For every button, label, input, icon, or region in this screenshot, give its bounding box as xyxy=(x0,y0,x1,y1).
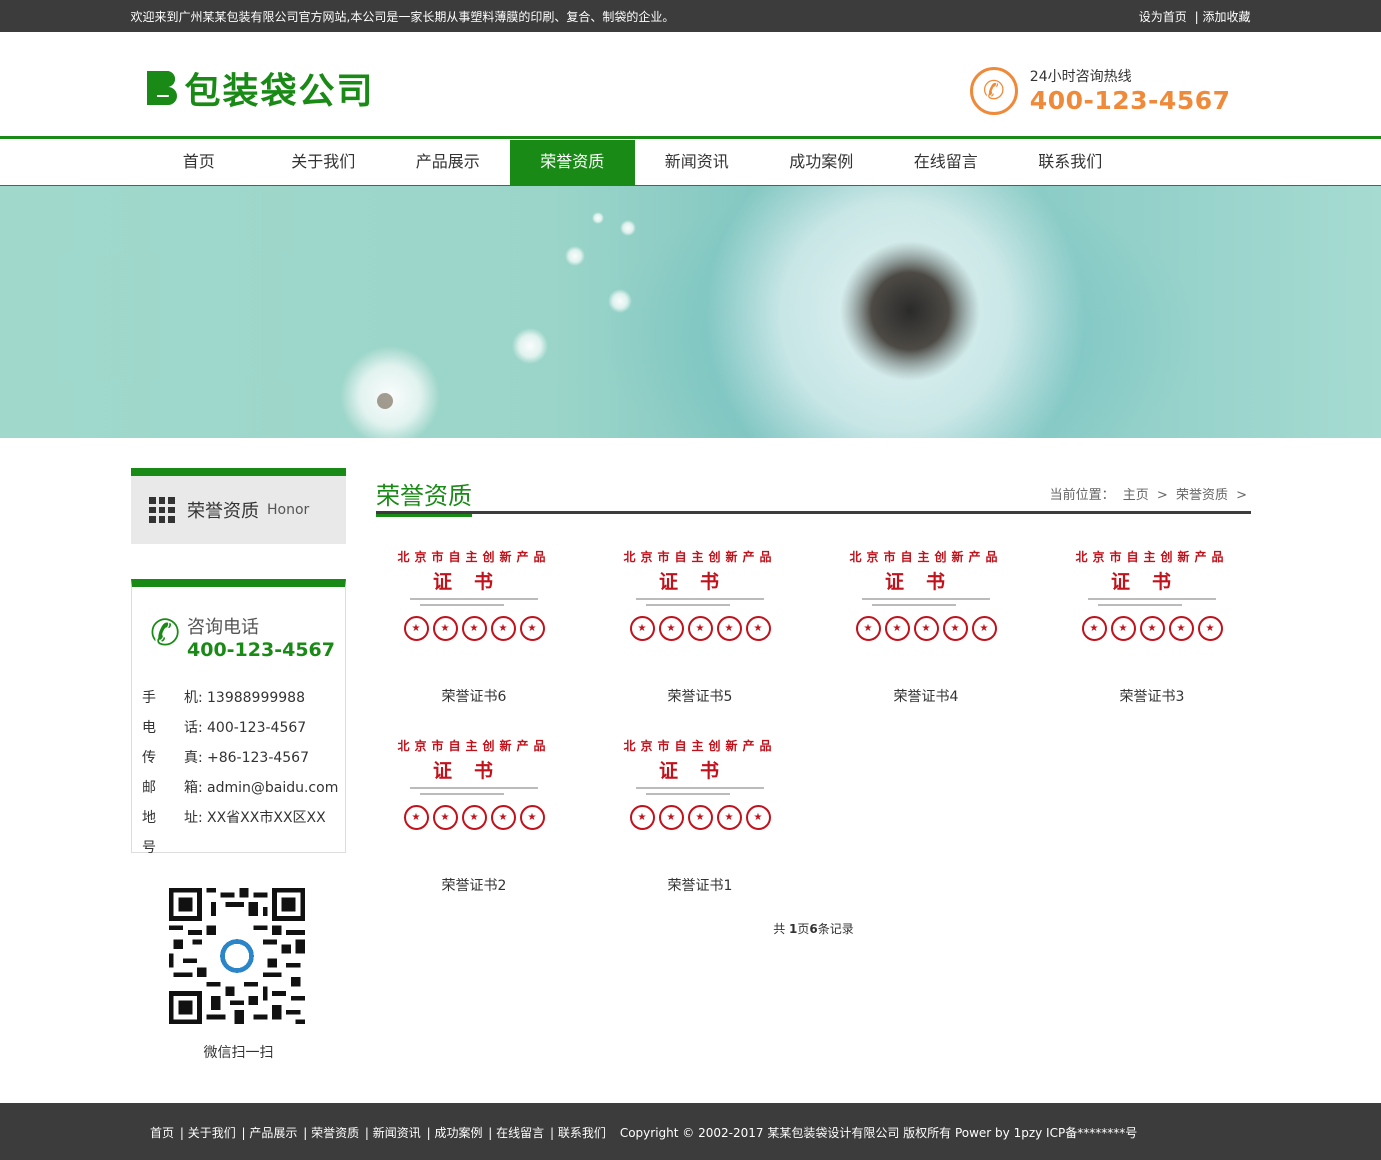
nav-about[interactable]: 关于我们 xyxy=(261,140,386,185)
main-content: 荣誉资质 当前位置： 主页 > 荣誉资质 > 北京市自主创新产品 证书 ★ ★ ★ ★… xyxy=(376,468,1251,936)
breadcrumb-label: 当前位置： xyxy=(1049,488,1115,503)
certificate-caption[interactable]: 荣誉证书2 xyxy=(376,875,572,895)
hotline-label: 24小时咨询热线 xyxy=(1029,69,1132,85)
certificate-caption[interactable]: 荣誉证书5 xyxy=(602,686,798,706)
contact-line: 传 真: +86-123-4567 xyxy=(142,750,309,766)
footer-link[interactable]: 首页 xyxy=(150,1126,174,1140)
nav-contact[interactable]: 联系我们 xyxy=(1008,140,1133,185)
contact-lines: 手 机: 13988999988 电 话: 400-123-4567 传 真: +86… xyxy=(142,683,338,863)
footer-link[interactable]: 关于我们 xyxy=(188,1126,236,1140)
breadcrumb-current[interactable]: 荣誉资质 xyxy=(1176,488,1228,503)
certificate-caption[interactable]: 荣誉证书1 xyxy=(602,875,798,895)
nav-news[interactable]: 新闻资讯 xyxy=(635,140,760,185)
certificate-card[interactable]: 北京市自主创新产品 证书 ★ ★ ★ ★ ★ 荣誉证书1 xyxy=(602,733,798,895)
certificate-image[interactable]: 北京市自主创新产品 证书 ★ ★ ★ ★ ★ xyxy=(836,544,1016,656)
welcome-text: 欢迎来到广州某某包装有限公司官方网站,本公司是一家长期从事塑料薄膜的印刷、复合、… xyxy=(130,9,675,24)
breadcrumb: 当前位置： 主页 > 荣誉资质 > xyxy=(1046,484,1247,503)
certificate-image[interactable]: 北京市自主创新产品 证书 ★ ★ ★ ★ ★ xyxy=(610,733,790,845)
certificate-card[interactable]: 北京市自主创新产品 证书 ★ ★ ★ ★ ★ 荣誉证书4 xyxy=(828,544,1024,706)
telephone-icon: ✆ xyxy=(150,613,181,654)
hero-banner xyxy=(0,186,1381,438)
qr-caption: 微信扫一扫 xyxy=(203,1045,274,1061)
nav-honor[interactable]: 荣誉资质 xyxy=(510,140,635,185)
nav-message[interactable]: 在线留言 xyxy=(884,140,1009,185)
hotline-number: 400-123-4567 xyxy=(1029,86,1231,115)
contact-line: 手 机: 13988999988 xyxy=(142,690,305,706)
certificate-image[interactable]: 北京市自主创新产品 证书 ★ ★ ★ ★ ★ xyxy=(610,544,790,656)
contact-number: 400-123-4567 xyxy=(187,639,335,661)
set-home-link[interactable]: 设为首页 xyxy=(1139,10,1187,24)
certificate-card[interactable]: 北京市自主创新产品 证书 ★ ★ ★ ★ ★ 荣誉证书3 xyxy=(1054,544,1250,706)
breadcrumb-separator: > xyxy=(1236,488,1247,503)
wechat-qr-code xyxy=(169,888,305,1024)
sidebar-category-title: 荣誉资质 Honor xyxy=(131,468,346,544)
certificate-card[interactable]: 北京市自主创新产品 证书 ★ ★ ★ ★ ★ 荣誉证书2 xyxy=(376,733,572,895)
dandelion-illustration xyxy=(340,186,1200,438)
certificate-card[interactable]: 北京市自主创新产品 证书 ★ ★ ★ ★ ★ 荣誉证书6 xyxy=(376,544,572,706)
nav-products[interactable]: 产品展示 xyxy=(386,140,511,185)
contact-title: 咨询电话 xyxy=(187,617,259,638)
nav-cases[interactable]: 成功案例 xyxy=(759,140,884,185)
contact-line: 号 xyxy=(142,840,156,856)
page-title: 荣誉资质 xyxy=(376,476,472,517)
certificate-image[interactable]: 北京市自主创新产品 证书 ★ ★ ★ ★ ★ xyxy=(384,544,564,656)
certificate-image[interactable]: 北京市自主创新产品 证书 ★ ★ ★ ★ ★ xyxy=(1062,544,1242,656)
site-logo[interactable]: 包装袋公司 xyxy=(145,62,375,114)
footer-link[interactable]: 联系我们 xyxy=(558,1126,606,1140)
copyright-text: Copyright © 2002-2017 某某包装袋设计有限公司 版权所有 P… xyxy=(619,1126,1138,1140)
footer-link[interactable]: 在线留言 xyxy=(496,1126,544,1140)
nav-home[interactable]: 首页 xyxy=(137,140,262,185)
content-header: 荣誉资质 当前位置： 主页 > 荣誉资质 > xyxy=(376,468,1251,517)
main-nav: 首页 关于我们 产品展示 荣誉资质 新闻资讯 成功案例 在线留言 联系我们 xyxy=(0,136,1381,186)
footer-link[interactable]: 新闻资讯 xyxy=(373,1126,421,1140)
breadcrumb-separator: > xyxy=(1156,488,1168,503)
certificate-caption[interactable]: 荣誉证书6 xyxy=(376,686,572,706)
footer-link[interactable]: 成功案例 xyxy=(434,1126,482,1140)
certificate-caption[interactable]: 荣誉证书4 xyxy=(828,686,1024,706)
logo-mark-icon xyxy=(145,69,179,107)
top-link-separator: | xyxy=(1194,9,1199,24)
grid-menu-icon xyxy=(149,497,175,523)
category-title-en: Honor xyxy=(267,502,310,518)
sidebar: 荣誉资质 Honor ✆ 咨询电话 400-123-4567 手 机: 13988… xyxy=(131,468,346,1061)
phone-icon: ✆ xyxy=(969,66,1018,115)
footer-link[interactable]: 荣誉资质 xyxy=(311,1126,359,1140)
certificate-image[interactable]: 北京市自主创新产品 证书 ★ ★ ★ ★ ★ xyxy=(384,733,564,845)
top-bar: 欢迎来到广州某某包装有限公司官方网站,本公司是一家长期从事塑料薄膜的印刷、复合、… xyxy=(0,0,1381,32)
certificate-caption[interactable]: 荣誉证书3 xyxy=(1054,686,1250,706)
pagination-info: 共 1页6条记录 xyxy=(773,922,854,936)
contact-line: 电 话: 400-123-4567 xyxy=(142,720,307,736)
footer-link[interactable]: 产品展示 xyxy=(249,1126,297,1140)
contact-line: 邮 箱: admin@baidu.com xyxy=(142,780,339,796)
contact-line: 地 址: XX省XX市XX区XX xyxy=(142,810,326,826)
breadcrumb-home[interactable]: 主页 xyxy=(1123,488,1149,503)
hotline: ✆ 24小时咨询热线 400-123-4567 xyxy=(969,66,1231,115)
contact-box: ✆ 咨询电话 400-123-4567 手 机: 13988999988 电 话:… xyxy=(131,579,346,856)
site-header: 包装袋公司 ✆ 24小时咨询热线 400-123-4567 xyxy=(0,32,1381,136)
footer-links: 首页 | 关于我们 | 产品展示 | 荣誉资质 | 新闻资讯 | 成功案例 | … xyxy=(150,1126,606,1140)
category-title: 荣誉资质 xyxy=(187,501,259,522)
certificate-card[interactable]: 北京市自主创新产品 证书 ★ ★ ★ ★ ★ 荣誉证书5 xyxy=(602,544,798,706)
site-footer: 首页 | 关于我们 | 产品展示 | 荣誉资质 | 新闻资讯 | 成功案例 | … xyxy=(0,1103,1381,1160)
logo-text: 包装袋公司 xyxy=(184,71,375,112)
add-favorite-link[interactable]: 添加收藏 xyxy=(1202,10,1250,24)
